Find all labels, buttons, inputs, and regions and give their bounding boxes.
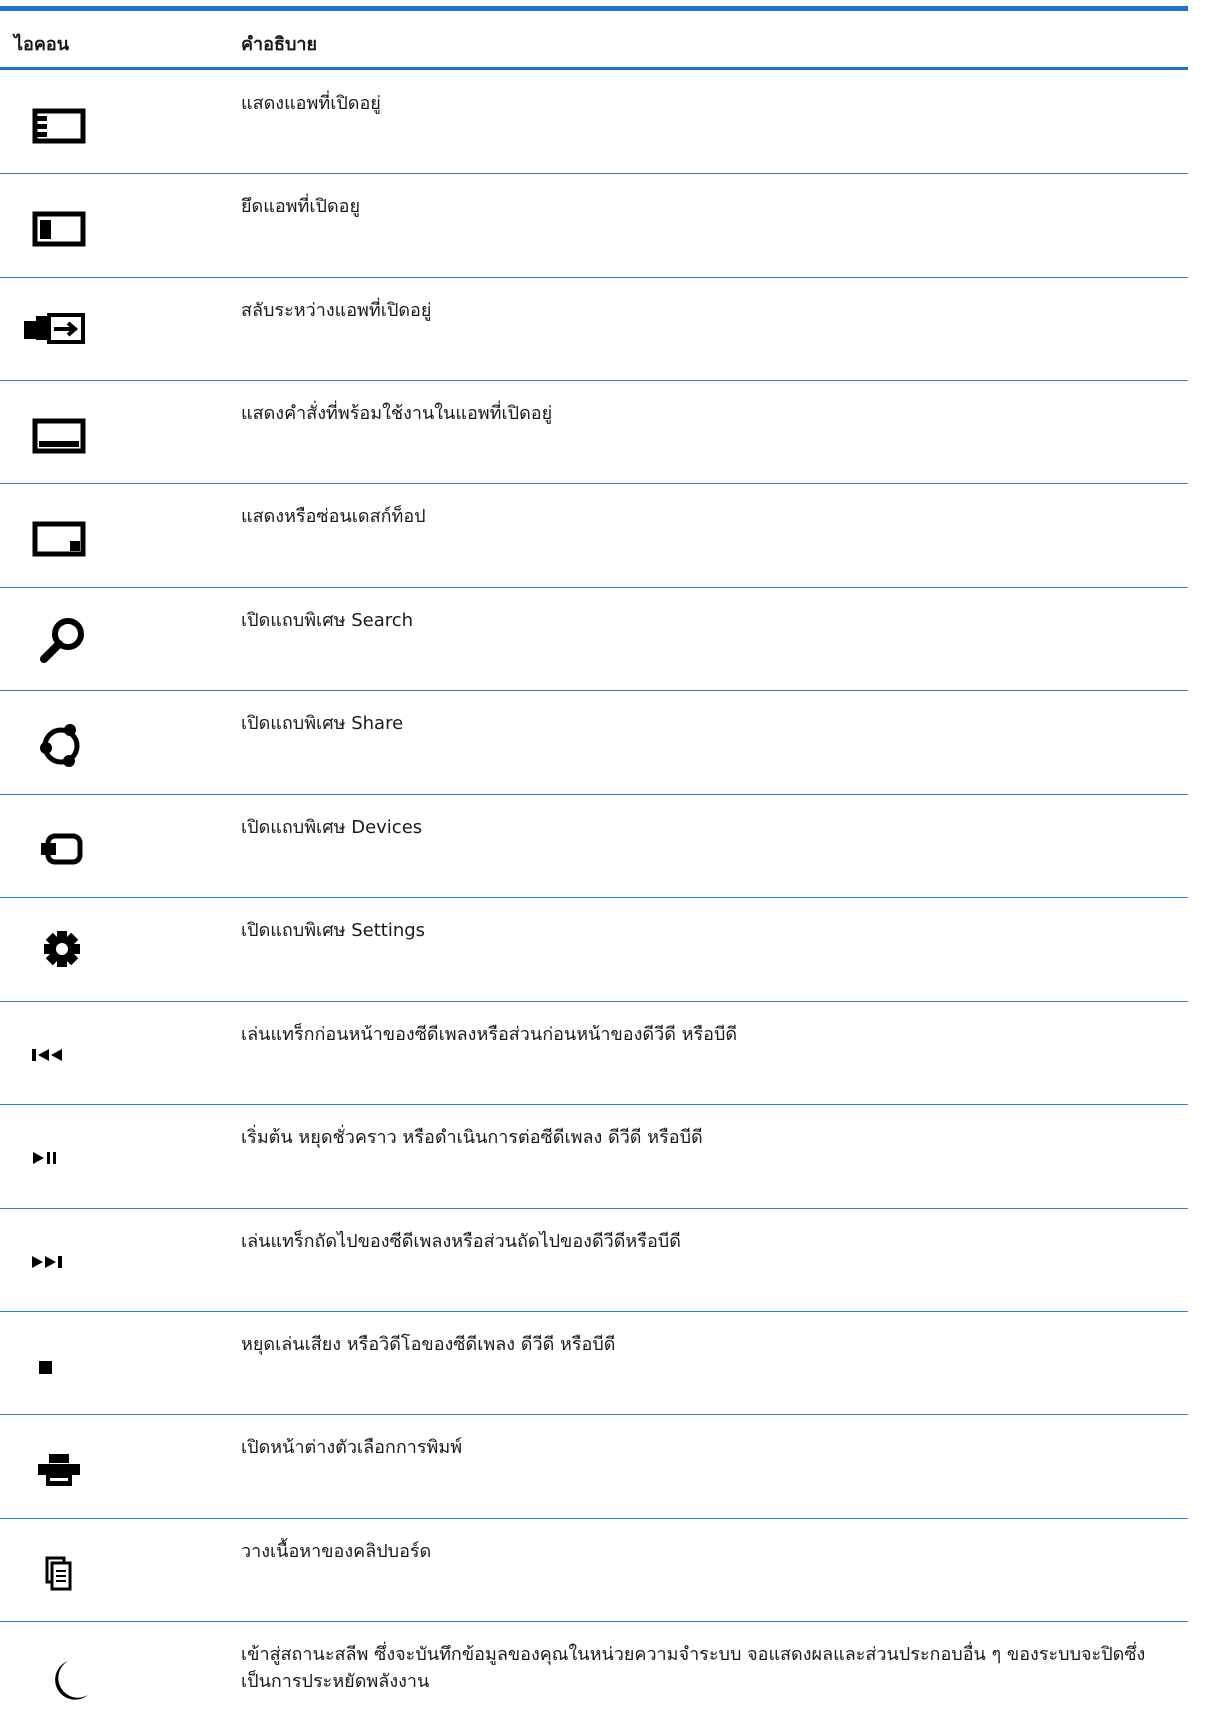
table-row: เปิดหน้าต่างตัวเลือกการพิมพ์ [0, 1414, 1188, 1519]
devices-icon [22, 806, 102, 886]
row-description: เข้าสู่สถานะสลีพ ซึ่งจะบันทึกข้อมูลของคุ… [241, 1644, 1146, 1692]
switch-apps-icon [22, 288, 102, 368]
table-row: เล่นแทร็กถัดไปของซีดีเพลงหรือส่วนถัดไปขอ… [0, 1208, 1188, 1312]
table-row: สลับระหว่างแอพที่เปิดอยู่ [0, 277, 1188, 381]
row-description: เปิดแถบพิเศษ Devices [241, 817, 423, 838]
snap-window-icon [22, 185, 102, 265]
table-row: เปิดแถบพิเศษ Devices [0, 794, 1188, 898]
list-window-icon [22, 82, 102, 162]
table-row: วางเนื้อหาของคลิปบอร์ด [0, 1518, 1188, 1622]
row-description: วางเนื้อหาของคลิปบอร์ด [241, 1541, 432, 1562]
play-pause-icon [22, 1116, 102, 1196]
row-description: สลับระหว่างแอพที่เปิดอยู่ [241, 300, 432, 321]
row-description: เปิดหน้าต่างตัวเลือกการพิมพ์ [241, 1437, 463, 1458]
table-header: ไอคอน คำอธิบาย [0, 11, 1188, 70]
paste-clipboard-icon [22, 1530, 102, 1610]
table-row: แสดงแอพที่เปิดอยู่ [0, 70, 1188, 174]
table-row: เริ่มต้น หยุดชั่วคราว หรือดำเนินการต่อซี… [0, 1104, 1188, 1209]
row-description: แสดงหรือซ่อนเดสก์ท็อป [241, 506, 426, 527]
header-icon-column: ไอคอน [14, 34, 70, 55]
next-track-icon [22, 1220, 102, 1300]
share-icon [22, 702, 102, 782]
table-row: เปิดแถบพิเศษ Share [0, 690, 1188, 795]
table-row: ยึดแอพที่เปิดอยู [0, 173, 1188, 278]
search-icon [22, 599, 102, 679]
table-row: แสดงคำสั่งที่พร้อมใช้งานในแอพที่เปิดอยู่ [0, 380, 1188, 484]
table-row: เปิดแถบพิเศษ Settings [0, 897, 1188, 1002]
table-row: เข้าสู่สถานะสลีพ ซึ่งจะบันทึกข้อมูลของคุ… [0, 1621, 1188, 1731]
row-description: เริ่มต้น หยุดชั่วคราว หรือดำเนินการต่อซี… [241, 1127, 703, 1148]
sleep-moon-icon [22, 1633, 102, 1713]
stop-icon [22, 1323, 102, 1403]
row-description: แสดงคำสั่งที่พร้อมใช้งานในแอพที่เปิดอยู่ [241, 403, 553, 424]
row-description: เปิดแถบพิเศษ Search [241, 610, 414, 631]
show-desktop-icon [22, 495, 102, 575]
app-commands-icon [22, 392, 102, 472]
row-description: เล่นแทร็กถัดไปของซีดีเพลงหรือส่วนถัดไปขอ… [241, 1231, 681, 1252]
row-description: ยึดแอพที่เปิดอยู [241, 196, 361, 217]
header-description-column: คำอธิบาย [241, 34, 318, 55]
previous-track-icon [22, 1013, 102, 1093]
row-description: หยุดเล่นเสียง หรือวิดีโอของซีดีเพลง ดีวี… [241, 1334, 616, 1355]
row-description: แสดงแอพที่เปิดอยู่ [241, 93, 381, 114]
settings-gear-icon [22, 909, 102, 989]
print-icon [22, 1426, 102, 1506]
table-row: เปิดแถบพิเศษ Search [0, 587, 1188, 691]
row-description: เปิดแถบพิเศษ Settings [241, 920, 426, 941]
row-description: เปิดแถบพิเศษ Share [241, 713, 404, 734]
row-description: เล่นแทร็กก่อนหน้าของซีดีเพลงหรือส่วนก่อน… [241, 1024, 738, 1045]
table-row: หยุดเล่นเสียง หรือวิดีโอของซีดีเพลง ดีวี… [0, 1311, 1188, 1415]
table-row: แสดงหรือซ่อนเดสก์ท็อป [0, 483, 1188, 588]
table-row: เล่นแทร็กก่อนหน้าของซีดีเพลงหรือส่วนก่อน… [0, 1001, 1188, 1105]
